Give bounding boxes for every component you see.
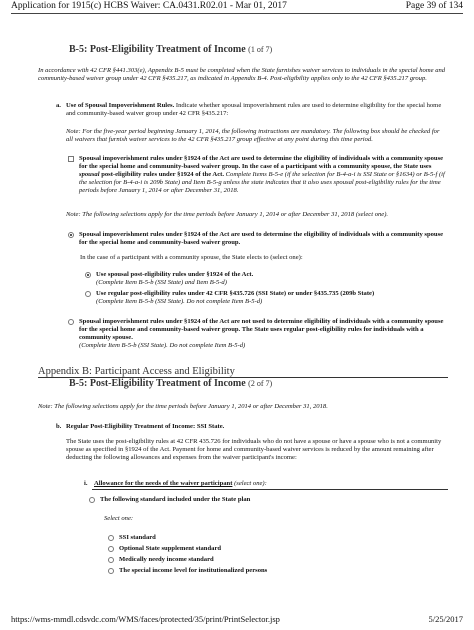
elects-text: In the case of a participant with a comm… [80,254,303,261]
page-number: Page 39 of 134 [405,1,463,11]
footer-url: https://wms-mmdl.cdsvdc.com/WMS/faces/pr… [11,614,280,624]
spousal-used-label: Spousal impoverishment rules under §1924… [79,231,444,246]
opt2-note: (Complete Item B-5-b (SSI State). Do not… [79,342,246,349]
spousal-post-eligibility-label: Use spousal post-eligibility rules under… [96,271,446,287]
checkbox-text-italic: spousal [79,171,100,178]
checkbox-text-end: post-eligibility rules under §1924 of th… [101,171,224,178]
checkbox-label: Spousal impoverishment rules under §1924… [79,155,447,195]
item-i-label: i. [84,480,88,487]
spousal-not-used-radio[interactable] [68,319,74,325]
ssi-standard-label: SSI standard [119,534,156,541]
item-i-select: (select one): [234,480,267,487]
sub2-title: Use regular post-eligibility rules under… [96,290,375,297]
select-one-label: Select one: [104,515,134,522]
page-header: Application for 1915(c) HCBS Waiver: CA.… [11,0,463,14]
regular-post-eligibility-radio[interactable] [85,291,91,297]
section-title: B-5: Post-Eligibility Treatment of Incom… [69,44,272,55]
appendix-section-title-text: B-5: Post-Eligibility Treatment of Incom… [69,378,246,389]
medically-needy-radio[interactable] [108,557,114,563]
optional-state-supplement-radio[interactable] [108,546,114,552]
appendix-section-sub: (2 of 7) [248,379,273,388]
opt2-text: Spousal impoverishment rules under §1924… [79,318,444,341]
section-title-sub: (1 of 7) [248,45,273,54]
note-selections: Note: The following selections apply for… [66,211,389,218]
section-title-text: B-5: Post-Eligibility Treatment of Incom… [69,44,246,55]
state-plan-standard-label: The following standard included under th… [100,496,251,503]
medically-needy-label: Medically needy income standard [119,556,214,563]
spousal-not-used-label: Spousal impoverishment rules under §1924… [79,318,447,350]
header-title: Application for 1915(c) HCBS Waiver: CA.… [11,1,287,11]
intro-paragraph: In accordance with 42 CFR §441.303(e), A… [38,67,446,82]
regular-post-eligibility-label: Use regular post-eligibility rules under… [96,290,446,306]
sub2-note: (Complete Item B-5-b (SSI State). Do not… [96,298,263,305]
sub1-note: (Complete Item B-5-b (SSI State) and Ite… [96,279,227,286]
appendix-title: Appendix B: Participant Access and Eligi… [38,366,235,377]
spousal-post-eligibility-radio[interactable] [85,272,91,278]
item-b-title: Regular Post-Eligibility Treatment of In… [66,423,225,430]
spousal-rules-checkbox[interactable] [68,156,74,162]
item-i-rule [92,489,448,490]
state-plan-standard-radio[interactable] [89,497,95,503]
item-b-text: The State uses the post-eligibility rule… [66,438,442,461]
item-i-title: Allowance for the needs of the waiver pa… [94,480,233,487]
ssi-standard-radio[interactable] [108,535,114,541]
sub1-title: Use spousal post-eligibility rules under… [96,271,254,278]
special-income-level-label: The special income level for institution… [119,567,268,574]
item-a-label: a. [56,102,61,109]
optional-state-supplement-label: Optional State supplement standard [119,545,222,552]
item-i-heading: Allowance for the needs of the waiver pa… [94,480,267,488]
item-a-title: Use of Spousal Impoverishment Rules. [66,102,175,109]
item-b-label: b. [56,423,62,430]
appendix-section-title: B-5: Post-Eligibility Treatment of Incom… [69,378,272,389]
special-income-level-radio[interactable] [108,568,114,574]
item-a-paragraph: Use of Spousal Impoverishment Rules. Ind… [66,102,446,118]
appendix-note: Note: The following selections apply for… [38,403,328,410]
spousal-used-radio[interactable] [68,232,74,238]
footer-date: 5/25/2017 [428,614,463,624]
checkbox-text: Spousal impoverishment rules under §1924… [79,155,444,170]
note-five-year: Note: For the five-year period beginning… [66,128,440,143]
